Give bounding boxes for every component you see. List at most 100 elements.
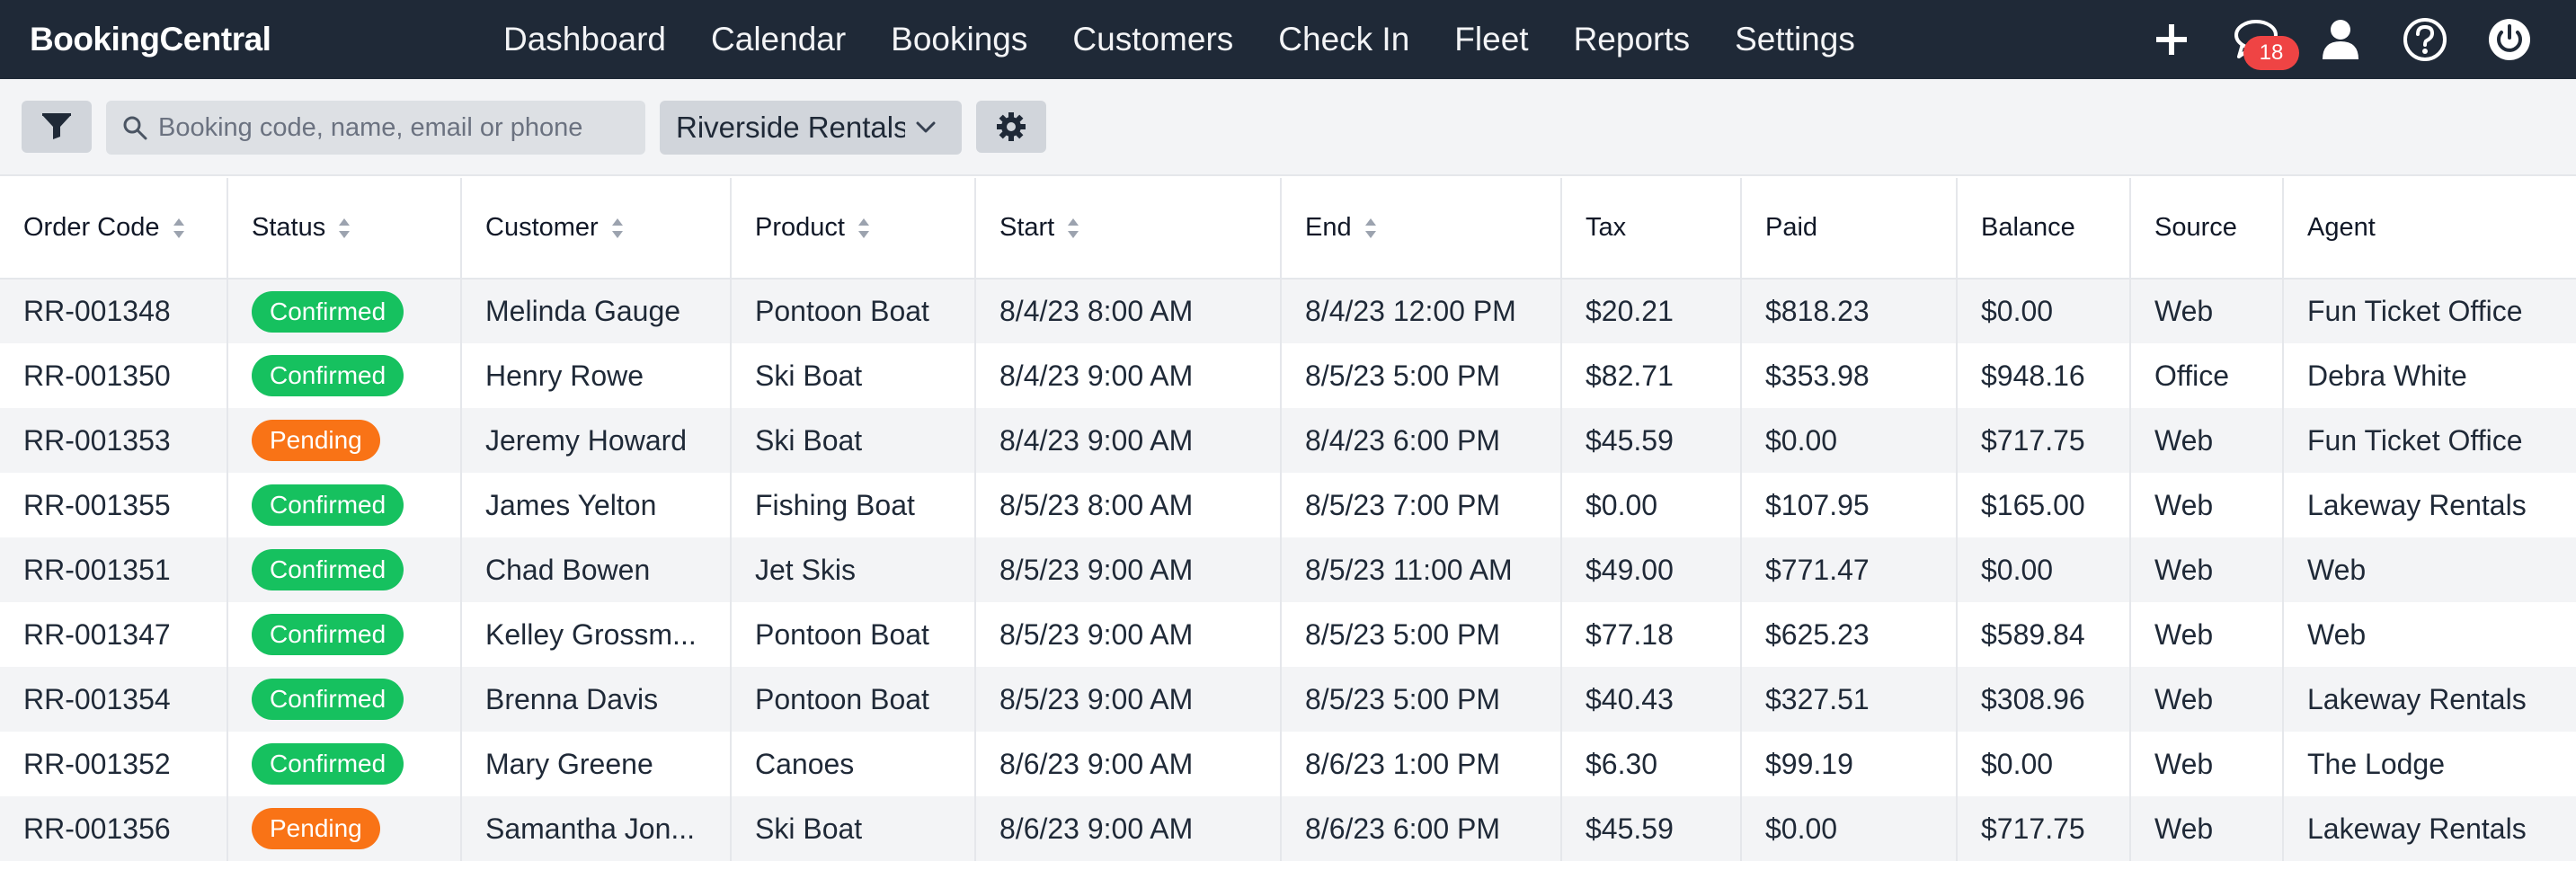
table-row[interactable]: RR-001347 Confirmed Kelley Grossm... Pontoo… [0, 602, 2576, 667]
tax-cell: $0.00 [1561, 473, 1742, 537]
agent-cell: Debra White [2283, 343, 2576, 408]
table-row[interactable]: RR-001348 Confirmed Melinda Gauge Pontoon B… [0, 279, 2576, 343]
nav-reports[interactable]: Reports [1574, 21, 1691, 58]
table-row[interactable]: RR-001350 Confirmed Henry Rowe Ski Boat 8/4/… [0, 343, 2576, 408]
toolbar: Riverside Rentals [0, 79, 2576, 176]
balance-cell: $0.00 [1957, 537, 2131, 602]
filter-icon [42, 113, 71, 139]
col-customer[interactable]: Customer [461, 178, 732, 280]
col-paid: Paid [1741, 178, 1958, 280]
order-code-cell: RR-001347 [0, 602, 228, 667]
paid-cell: $818.23 [1741, 279, 1958, 343]
end-cell: 8/5/23 7:00 PM [1281, 473, 1562, 537]
product-cell: Ski Boat [731, 796, 976, 861]
chevron-down-icon [916, 121, 936, 133]
end-cell: 8/5/23 5:00 PM [1281, 343, 1562, 408]
order-code-cell: RR-001348 [0, 279, 228, 343]
sort-icon [857, 218, 869, 239]
col-balance: Balance [1957, 178, 2131, 280]
help-icon[interactable] [2398, 13, 2452, 67]
sort-icon [611, 218, 623, 239]
source-cell: Web [2130, 537, 2284, 602]
balance-cell: $0.00 [1957, 279, 2131, 343]
product-cell: Pontoon Boat [731, 667, 976, 732]
location-select[interactable]: Riverside Rentals [660, 101, 962, 155]
product-cell: Canoes [731, 732, 976, 796]
power-icon[interactable] [2483, 13, 2536, 67]
end-cell: 8/6/23 6:00 PM [1281, 796, 1562, 861]
start-cell: 8/4/23 8:00 AM [975, 279, 1282, 343]
search-box[interactable] [106, 101, 645, 155]
order-code-cell: RR-001355 [0, 473, 228, 537]
brand-logo[interactable]: BookingCentral [30, 0, 271, 79]
search-input[interactable] [158, 112, 626, 143]
tax-cell: $77.18 [1561, 602, 1742, 667]
nav-fleet[interactable]: Fleet [1454, 21, 1528, 58]
table-row[interactable]: RR-001352 Confirmed Mary Greene Canoes 8/6/2… [0, 732, 2576, 796]
customer-cell: Henry Rowe [461, 343, 732, 408]
end-cell: 8/4/23 12:00 PM [1281, 279, 1562, 343]
tax-cell: $20.21 [1561, 279, 1742, 343]
agent-cell: The Lodge [2283, 732, 2576, 796]
status-cell: Confirmed [227, 602, 462, 667]
product-cell: Jet Skis [731, 537, 976, 602]
customer-cell: Mary Greene [461, 732, 732, 796]
sort-icon [173, 218, 184, 239]
status-badge: Confirmed [252, 484, 404, 526]
table-row[interactable]: RR-001355 Confirmed James Yelton Fishing Bo… [0, 473, 2576, 537]
user-icon[interactable] [2314, 13, 2367, 67]
balance-cell: $948.16 [1957, 343, 2131, 408]
col-status[interactable]: Status [227, 178, 462, 280]
search-icon [123, 116, 147, 140]
col-product[interactable]: Product [731, 178, 976, 280]
status-cell: Confirmed [227, 537, 462, 602]
gear-icon [997, 112, 1026, 141]
agent-cell: Lakeway Rentals [2283, 796, 2576, 861]
status-badge: Confirmed [252, 679, 404, 720]
col-start[interactable]: Start [975, 178, 1282, 280]
source-cell: Web [2130, 408, 2284, 473]
sort-icon [1364, 218, 1376, 239]
customer-cell: Kelley Grossm... [461, 602, 732, 667]
status-cell: Pending [227, 796, 462, 861]
agent-cell: Web [2283, 602, 2576, 667]
status-badge: Confirmed [252, 614, 404, 655]
tax-cell: $49.00 [1561, 537, 1742, 602]
table-row[interactable]: RR-001353 Pending Jeremy Howard Ski Boat 8/4… [0, 408, 2576, 473]
customer-cell: James Yelton [461, 473, 732, 537]
nav-customers[interactable]: Customers [1072, 21, 1233, 58]
nav-bookings[interactable]: Bookings [891, 21, 1027, 58]
balance-cell: $717.75 [1957, 408, 2131, 473]
table-row[interactable]: RR-001356 Pending Samantha Jon... Ski Boat 8… [0, 796, 2576, 861]
product-cell: Ski Boat [731, 343, 976, 408]
customer-cell: Brenna Davis [461, 667, 732, 732]
nav-settings[interactable]: Settings [1735, 21, 1855, 58]
table-row[interactable]: RR-001354 Confirmed Brenna Davis Pontoon Bo… [0, 667, 2576, 732]
balance-cell: $0.00 [1957, 732, 2131, 796]
filter-button[interactable] [22, 101, 92, 153]
start-cell: 8/6/23 9:00 AM [975, 732, 1282, 796]
messages-count-badge: 18 [2243, 36, 2299, 70]
product-cell: Fishing Boat [731, 473, 976, 537]
start-cell: 8/6/23 9:00 AM [975, 796, 1282, 861]
col-end[interactable]: End [1281, 178, 1562, 280]
paid-cell: $0.00 [1741, 796, 1958, 861]
status-badge: Confirmed [252, 743, 404, 785]
table-header-row: Order Code Status Customer Product Start… [0, 178, 2576, 280]
nav-check-in[interactable]: Check In [1278, 21, 1409, 58]
nav-dashboard[interactable]: Dashboard [503, 21, 666, 58]
paid-cell: $771.47 [1741, 537, 1958, 602]
order-code-cell: RR-001356 [0, 796, 228, 861]
col-order-code[interactable]: Order Code [0, 178, 228, 280]
settings-button[interactable] [976, 101, 1046, 153]
col-agent: Agent [2283, 178, 2576, 280]
plus-icon[interactable] [2145, 13, 2198, 67]
nav-calendar[interactable]: Calendar [711, 21, 846, 58]
table-row[interactable]: RR-001351 Confirmed Chad Bowen Jet Skis 8/5/… [0, 537, 2576, 602]
agent-cell: Lakeway Rentals [2283, 667, 2576, 732]
agent-cell: Fun Ticket Office [2283, 279, 2576, 343]
order-code-cell: RR-001351 [0, 537, 228, 602]
product-cell: Ski Boat [731, 408, 976, 473]
customer-cell: Samantha Jon... [461, 796, 732, 861]
source-cell: Web [2130, 796, 2284, 861]
